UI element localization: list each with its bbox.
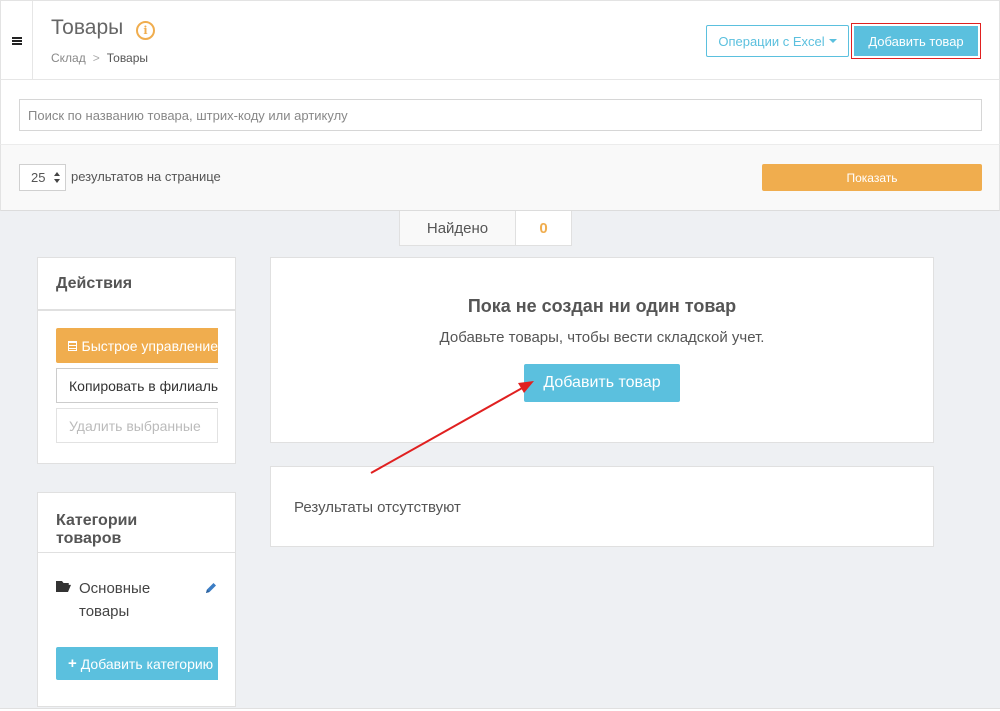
select-arrows-icon <box>54 172 60 183</box>
found-label: Найдено <box>400 211 516 245</box>
delete-selected-button[interactable]: Удалить выбранные <box>56 408 218 443</box>
menu-toggle-button[interactable] <box>1 1 33 80</box>
search-input[interactable] <box>19 99 982 131</box>
empty-state-title: Пока не создан ни один товар <box>467 296 737 316</box>
page-title: Товары <box>51 16 124 39</box>
actions-panel: Быстрое управление Копировать в филиалы … <box>37 310 236 464</box>
quick-manage-button[interactable]: Быстрое управление <box>56 328 218 363</box>
pencil-icon[interactable] <box>204 581 218 595</box>
hamburger-icon <box>11 36 22 45</box>
found-counter: Найдено 0 <box>399 211 572 246</box>
plus-icon: + <box>68 655 77 672</box>
breadcrumb-separator: > <box>92 51 100 65</box>
highlight-frame: Добавить товар <box>851 23 981 59</box>
excel-operations-label: Операции с Excel <box>718 33 825 49</box>
add-product-button[interactable]: Добавить товар <box>524 364 680 402</box>
info-icon[interactable]: i <box>136 21 155 40</box>
add-category-button[interactable]: + Добавить категорию <box>56 647 218 680</box>
no-results-text: Результаты отсутствуют <box>294 499 461 516</box>
found-count: 0 <box>539 219 548 237</box>
caret-down-icon <box>828 39 837 43</box>
show-button[interactable]: Показать <box>762 164 982 191</box>
search-section <box>0 80 1000 145</box>
categories-panel-header: Категории товаров <box>37 492 236 552</box>
results-panel: Результаты отсутствуют <box>270 466 934 547</box>
actions-panel-header: Действия <box>37 257 236 310</box>
per-page-label: результатов на странице <box>71 169 221 184</box>
page-header: Товары i Склад > Товары Операции с Excel Д… <box>0 0 1000 80</box>
filter-section: 25 результатов на странице Показать <box>0 145 1000 211</box>
excel-operations-dropdown[interactable]: Операции с Excel <box>706 25 849 57</box>
actions-title: Действия <box>56 275 133 292</box>
breadcrumb-current: Товары <box>106 51 149 65</box>
per-page-value: 25 <box>31 170 46 185</box>
add-product-header-button[interactable]: Добавить товар <box>854 26 978 56</box>
breadcrumb-parent-link[interactable]: Склад <box>51 51 86 65</box>
categories-title: Категории товаров <box>56 512 138 547</box>
copy-to-branches-button[interactable]: Копировать в филиалы <box>56 368 218 403</box>
folder-open-icon <box>56 581 71 592</box>
category-item-main[interactable]: Основные товары <box>79 577 189 623</box>
per-page-select[interactable]: 25 <box>19 164 66 191</box>
add-category-label: Добавить категорию <box>80 655 214 672</box>
empty-state-subtitle: Добавьте товары, чтобы вести складской у… <box>439 329 765 346</box>
empty-state-panel: Пока не создан ни один товар Добавьте то… <box>270 257 934 443</box>
list-icon <box>68 340 77 351</box>
categories-panel: Основные товары + Добавить категорию <box>37 552 236 707</box>
breadcrumb: Склад > Товары <box>51 51 148 65</box>
quick-manage-label: Быстрое управление <box>81 337 218 354</box>
